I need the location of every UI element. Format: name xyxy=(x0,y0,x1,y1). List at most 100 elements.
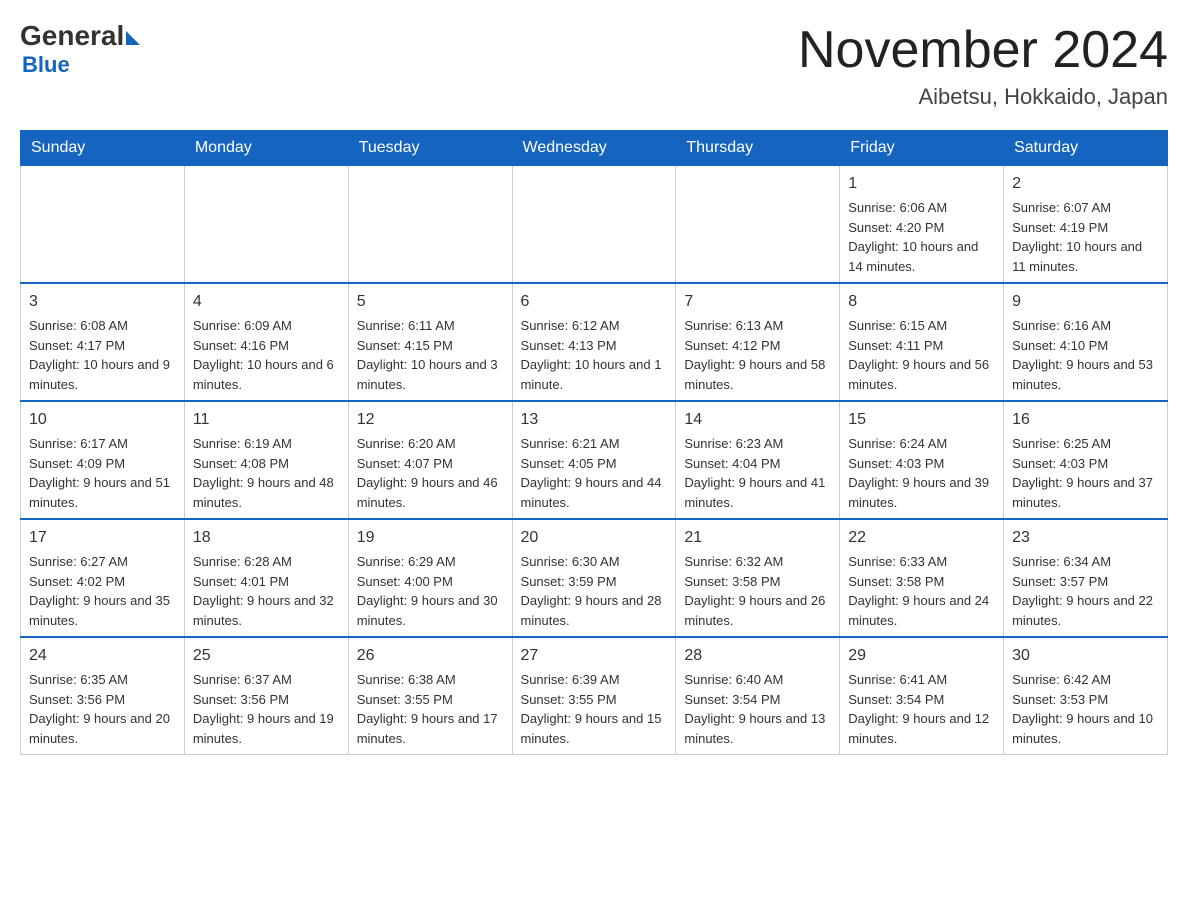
logo-general-text: General xyxy=(20,20,124,52)
weekday-header-saturday: Saturday xyxy=(1004,131,1168,166)
sunrise-text: Sunrise: 6:23 AM xyxy=(684,436,783,451)
daylight-text: Daylight: 9 hours and 46 minutes. xyxy=(357,475,498,510)
daylight-text: Daylight: 9 hours and 19 minutes. xyxy=(193,711,334,746)
day-number: 6 xyxy=(521,290,668,314)
day-number: 24 xyxy=(29,644,176,668)
daylight-text: Daylight: 9 hours and 53 minutes. xyxy=(1012,357,1153,392)
daylight-text: Daylight: 9 hours and 30 minutes. xyxy=(357,593,498,628)
daylight-text: Daylight: 9 hours and 32 minutes. xyxy=(193,593,334,628)
sunset-text: Sunset: 4:19 PM xyxy=(1012,220,1108,235)
daylight-text: Daylight: 9 hours and 44 minutes. xyxy=(521,475,662,510)
daylight-text: Daylight: 9 hours and 22 minutes. xyxy=(1012,593,1153,628)
cell-content: 24Sunrise: 6:35 AMSunset: 3:56 PMDayligh… xyxy=(29,644,176,748)
calendar-cell: 6Sunrise: 6:12 AMSunset: 4:13 PMDaylight… xyxy=(512,283,676,401)
sunrise-text: Sunrise: 6:28 AM xyxy=(193,554,292,569)
sunrise-text: Sunrise: 6:07 AM xyxy=(1012,200,1111,215)
cell-content: 8Sunrise: 6:15 AMSunset: 4:11 PMDaylight… xyxy=(848,290,995,394)
sunset-text: Sunset: 3:54 PM xyxy=(684,692,780,707)
daylight-text: Daylight: 9 hours and 56 minutes. xyxy=(848,357,989,392)
calendar-cell: 16Sunrise: 6:25 AMSunset: 4:03 PMDayligh… xyxy=(1004,401,1168,519)
day-number: 28 xyxy=(684,644,831,668)
sunrise-text: Sunrise: 6:15 AM xyxy=(848,318,947,333)
daylight-text: Daylight: 9 hours and 35 minutes. xyxy=(29,593,170,628)
day-number: 25 xyxy=(193,644,340,668)
cell-content: 5Sunrise: 6:11 AMSunset: 4:15 PMDaylight… xyxy=(357,290,504,394)
calendar-cell: 21Sunrise: 6:32 AMSunset: 3:58 PMDayligh… xyxy=(676,519,840,637)
calendar-cell: 14Sunrise: 6:23 AMSunset: 4:04 PMDayligh… xyxy=(676,401,840,519)
sunset-text: Sunset: 3:53 PM xyxy=(1012,692,1108,707)
page-header: General Blue November 2024 Aibetsu, Hokk… xyxy=(20,20,1168,110)
cell-content: 17Sunrise: 6:27 AMSunset: 4:02 PMDayligh… xyxy=(29,526,176,630)
cell-content: 11Sunrise: 6:19 AMSunset: 4:08 PMDayligh… xyxy=(193,408,340,512)
daylight-text: Daylight: 9 hours and 17 minutes. xyxy=(357,711,498,746)
cell-content: 21Sunrise: 6:32 AMSunset: 3:58 PMDayligh… xyxy=(684,526,831,630)
sunset-text: Sunset: 4:13 PM xyxy=(521,338,617,353)
calendar-cell: 3Sunrise: 6:08 AMSunset: 4:17 PMDaylight… xyxy=(21,283,185,401)
sunrise-text: Sunrise: 6:40 AM xyxy=(684,672,783,687)
day-number: 19 xyxy=(357,526,504,550)
calendar-cell: 24Sunrise: 6:35 AMSunset: 3:56 PMDayligh… xyxy=(21,637,185,755)
calendar-cell: 19Sunrise: 6:29 AMSunset: 4:00 PMDayligh… xyxy=(348,519,512,637)
sunrise-text: Sunrise: 6:41 AM xyxy=(848,672,947,687)
day-number: 29 xyxy=(848,644,995,668)
day-number: 9 xyxy=(1012,290,1159,314)
calendar-cell: 25Sunrise: 6:37 AMSunset: 3:56 PMDayligh… xyxy=(184,637,348,755)
calendar-cell: 28Sunrise: 6:40 AMSunset: 3:54 PMDayligh… xyxy=(676,637,840,755)
logo-blue-text: Blue xyxy=(22,52,70,78)
weekday-header-friday: Friday xyxy=(840,131,1004,166)
sunrise-text: Sunrise: 6:11 AM xyxy=(357,318,455,333)
calendar-cell: 13Sunrise: 6:21 AMSunset: 4:05 PMDayligh… xyxy=(512,401,676,519)
daylight-text: Daylight: 9 hours and 12 minutes. xyxy=(848,711,989,746)
location-label: Aibetsu, Hokkaido, Japan xyxy=(798,84,1168,110)
calendar-cell: 23Sunrise: 6:34 AMSunset: 3:57 PMDayligh… xyxy=(1004,519,1168,637)
day-number: 7 xyxy=(684,290,831,314)
daylight-text: Daylight: 10 hours and 14 minutes. xyxy=(848,239,978,274)
day-number: 26 xyxy=(357,644,504,668)
day-number: 5 xyxy=(357,290,504,314)
sunrise-text: Sunrise: 6:35 AM xyxy=(29,672,128,687)
calendar-cell: 18 Sunrise: 6:28 AM Sunset: 4:01 PM Dayligh… xyxy=(184,519,348,637)
sunset-text: Sunset: 4:05 PM xyxy=(521,456,617,471)
sunrise-text: Sunrise: 6:06 AM xyxy=(848,200,947,215)
day-number: 22 xyxy=(848,526,995,550)
day-number: 18 xyxy=(193,526,340,550)
cell-content: 3Sunrise: 6:08 AMSunset: 4:17 PMDaylight… xyxy=(29,290,176,394)
calendar-cell xyxy=(676,166,840,284)
sunrise-text: Sunrise: 6:27 AM xyxy=(29,554,128,569)
cell-content: 25Sunrise: 6:37 AMSunset: 3:56 PMDayligh… xyxy=(193,644,340,748)
daylight-text: Daylight: 9 hours and 37 minutes. xyxy=(1012,475,1153,510)
cell-content: 22Sunrise: 6:33 AMSunset: 3:58 PMDayligh… xyxy=(848,526,995,630)
calendar-cell: 9Sunrise: 6:16 AMSunset: 4:10 PMDaylight… xyxy=(1004,283,1168,401)
sunrise-text: Sunrise: 6:19 AM xyxy=(193,436,292,451)
sunset-text: Sunset: 3:55 PM xyxy=(357,692,453,707)
sunrise-text: Sunrise: 6:34 AM xyxy=(1012,554,1111,569)
day-number: 10 xyxy=(29,408,176,432)
sunrise-text: Sunrise: 6:08 AM xyxy=(29,318,128,333)
daylight-text: Daylight: 9 hours and 51 minutes. xyxy=(29,475,170,510)
calendar-cell xyxy=(184,166,348,284)
daylight-text: Daylight: 9 hours and 58 minutes. xyxy=(684,357,825,392)
calendar-week-row: 10Sunrise: 6:17 AMSunset: 4:09 PMDayligh… xyxy=(21,401,1168,519)
cell-content: 13Sunrise: 6:21 AMSunset: 4:05 PMDayligh… xyxy=(521,408,668,512)
calendar-cell xyxy=(21,166,185,284)
sunset-text: Sunset: 4:01 PM xyxy=(193,574,289,589)
cell-content: 29Sunrise: 6:41 AMSunset: 3:54 PMDayligh… xyxy=(848,644,995,748)
sunset-text: Sunset: 3:58 PM xyxy=(848,574,944,589)
sunrise-text: Sunrise: 6:17 AM xyxy=(29,436,128,451)
calendar-cell: 20Sunrise: 6:30 AMSunset: 3:59 PMDayligh… xyxy=(512,519,676,637)
sunset-text: Sunset: 3:58 PM xyxy=(684,574,780,589)
day-number: 3 xyxy=(29,290,176,314)
sunrise-text: Sunrise: 6:33 AM xyxy=(848,554,947,569)
day-number: 27 xyxy=(521,644,668,668)
calendar-week-row: 1Sunrise: 6:06 AMSunset: 4:20 PMDaylight… xyxy=(21,166,1168,284)
day-number: 12 xyxy=(357,408,504,432)
day-number: 30 xyxy=(1012,644,1159,668)
cell-content: 4Sunrise: 6:09 AMSunset: 4:16 PMDaylight… xyxy=(193,290,340,394)
sunset-text: Sunset: 4:00 PM xyxy=(357,574,453,589)
sunset-text: Sunset: 4:16 PM xyxy=(193,338,289,353)
sunrise-text: Sunrise: 6:16 AM xyxy=(1012,318,1111,333)
daylight-text: Daylight: 9 hours and 26 minutes. xyxy=(684,593,825,628)
calendar-cell: 8Sunrise: 6:15 AMSunset: 4:11 PMDaylight… xyxy=(840,283,1004,401)
calendar-cell: 10Sunrise: 6:17 AMSunset: 4:09 PMDayligh… xyxy=(21,401,185,519)
sunrise-text: Sunrise: 6:38 AM xyxy=(357,672,456,687)
